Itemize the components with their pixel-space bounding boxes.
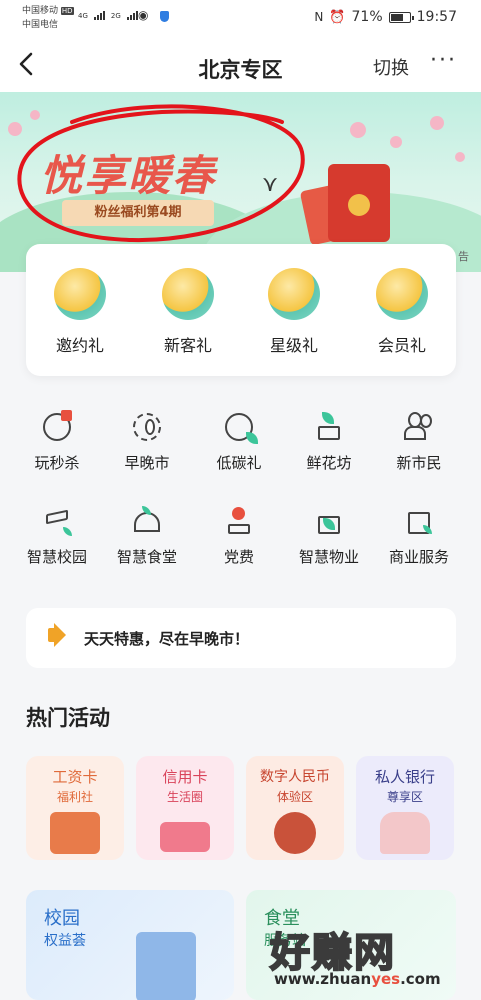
carrier-2: 中国电信 [22,20,59,30]
chat-bubbles-icon [54,268,106,320]
card-title: 校园 [44,908,80,929]
notice-text: 天天特惠，尽在早晚市！ [84,630,250,648]
dish-cover-icon [130,504,164,538]
gift-member[interactable]: 会员礼 [362,268,442,356]
graduation-cap-icon [40,504,74,538]
card-subtitle: 权益荟 [44,933,86,949]
annotation-circle [17,104,305,243]
gift-invite[interactable]: 邀约礼 [40,268,120,356]
blossom-decoration [390,136,402,148]
party-emblem-icon [222,504,256,538]
house-leaf-icon [312,504,346,538]
signal-bars-icon [93,10,105,20]
shopping-bag-icon [402,504,436,538]
gift-label: 会员礼 [377,336,426,355]
service-smart-canteen[interactable]: 智慧食堂 [102,504,192,567]
eye-icon: ◉ [138,8,149,22]
campus-benefits-card[interactable]: 校园 权益荟 [26,890,234,1000]
service-morning-evening-market[interactable]: 早晚市 [102,410,192,473]
sun-moon-icon [130,410,164,444]
service-party-fee[interactable]: 党费 [194,504,284,567]
flower-pot-icon [312,410,346,444]
activity-title: 工资卡 [52,768,98,786]
nfc-icon: N [314,10,324,24]
activity-private-bank[interactable]: 私人银行 尊享区 [356,756,454,860]
activity-subtitle: 体验区 [276,790,313,804]
receipt-icon [136,932,196,1000]
throne-icon [380,812,430,854]
battery-percent: 71% [351,9,383,25]
service-label: 新市民 [396,454,442,472]
heart-person-icon [162,268,214,320]
service-label: 智慧物业 [298,548,359,566]
service-low-carbon[interactable]: 低碳礼 [194,410,284,473]
signal-indicators: 4G 2G [78,10,138,20]
status-bar: 中国移动 HD 中国电信 4G 2G ◉ N ⏰ 71% 19:57 [0,0,481,40]
star-badge-icon [268,268,320,320]
activity-subtitle: 生活圈 [166,790,203,804]
activity-credit-card[interactable]: 信用卡 生活圈 [136,756,234,860]
network-type-1: 4G [78,12,88,20]
gift-card: 邀约礼 新客礼 星级礼 会员礼 [26,244,456,376]
network-type-2: 2G [110,12,121,20]
wallet-icon [50,812,100,854]
service-label: 商业服务 [388,548,449,566]
service-new-citizen[interactable]: 新市民 [374,410,464,473]
url-suffix: .com [400,970,441,988]
blossom-decoration [430,116,444,130]
service-label: 玩秒杀 [34,454,80,472]
more-icon[interactable]: ··· [430,48,457,73]
speaker-icon [48,623,66,647]
blossom-decoration [350,122,366,138]
carrier-1: 中国移动 HD [22,6,74,16]
notice-bar[interactable]: 天天特惠，尽在早晚市！ [26,608,456,668]
url-highlight: yes [371,970,401,988]
nav-bar: 北京专区 切换 ··· [0,40,481,92]
switch-city-button[interactable]: 切换 [373,54,409,80]
service-flower-shop[interactable]: 鲜花坊 [284,410,374,473]
red-envelope-icon [328,164,390,242]
service-smart-campus[interactable]: 智慧校园 [12,504,102,567]
ad-tag: 告 [458,250,469,263]
gift-label: 新客礼 [163,336,212,355]
signal-bars-icon-2 [126,10,138,20]
earth-leaf-icon [222,410,258,444]
people-icon [402,410,436,444]
activity-subtitle: 福利社 [56,790,93,804]
crown-icon [376,268,428,320]
yuan-coin-icon [274,812,316,854]
service-label: 党费 [223,548,254,566]
activity-subtitle: 尊享区 [386,790,423,804]
shield-icon [160,11,169,22]
status-right: N ⏰ 71% 19:57 [314,9,457,25]
flash-sale-icon [40,410,74,444]
watermark-url: www.zhuanyes.com [274,970,441,988]
activity-digital-rmb[interactable]: 数字人民币 体验区 [246,756,344,860]
gift-label: 邀约礼 [55,336,104,355]
clock: 19:57 [416,9,457,25]
activity-title: 信用卡 [162,768,208,786]
gift-star-level[interactable]: 星级礼 [254,268,334,356]
service-business[interactable]: 商业服务 [374,504,464,567]
blossom-decoration [455,152,465,162]
service-label: 低碳礼 [216,454,262,472]
credit-card-icon [160,822,210,852]
alarm-icon: ⏰ [329,9,346,25]
activity-salary-card[interactable]: 工资卡 福利社 [26,756,124,860]
activity-title: 数字人民币 [260,769,330,785]
activity-title: 私人银行 [374,768,435,786]
service-flash-sale[interactable]: 玩秒杀 [12,410,102,473]
service-label: 早晚市 [124,454,170,472]
gift-label: 星级礼 [269,336,318,355]
hd-badge: HD [60,7,74,15]
section-title: 热门活动 [26,706,110,730]
service-label: 智慧食堂 [116,548,177,566]
battery-icon [388,11,414,23]
gift-new-customer[interactable]: 新客礼 [148,268,228,356]
service-label: 鲜花坊 [306,454,352,472]
service-smart-property[interactable]: 智慧物业 [284,504,374,567]
service-label: 智慧校园 [26,548,87,566]
url-prefix: www.zhuan [274,970,372,988]
